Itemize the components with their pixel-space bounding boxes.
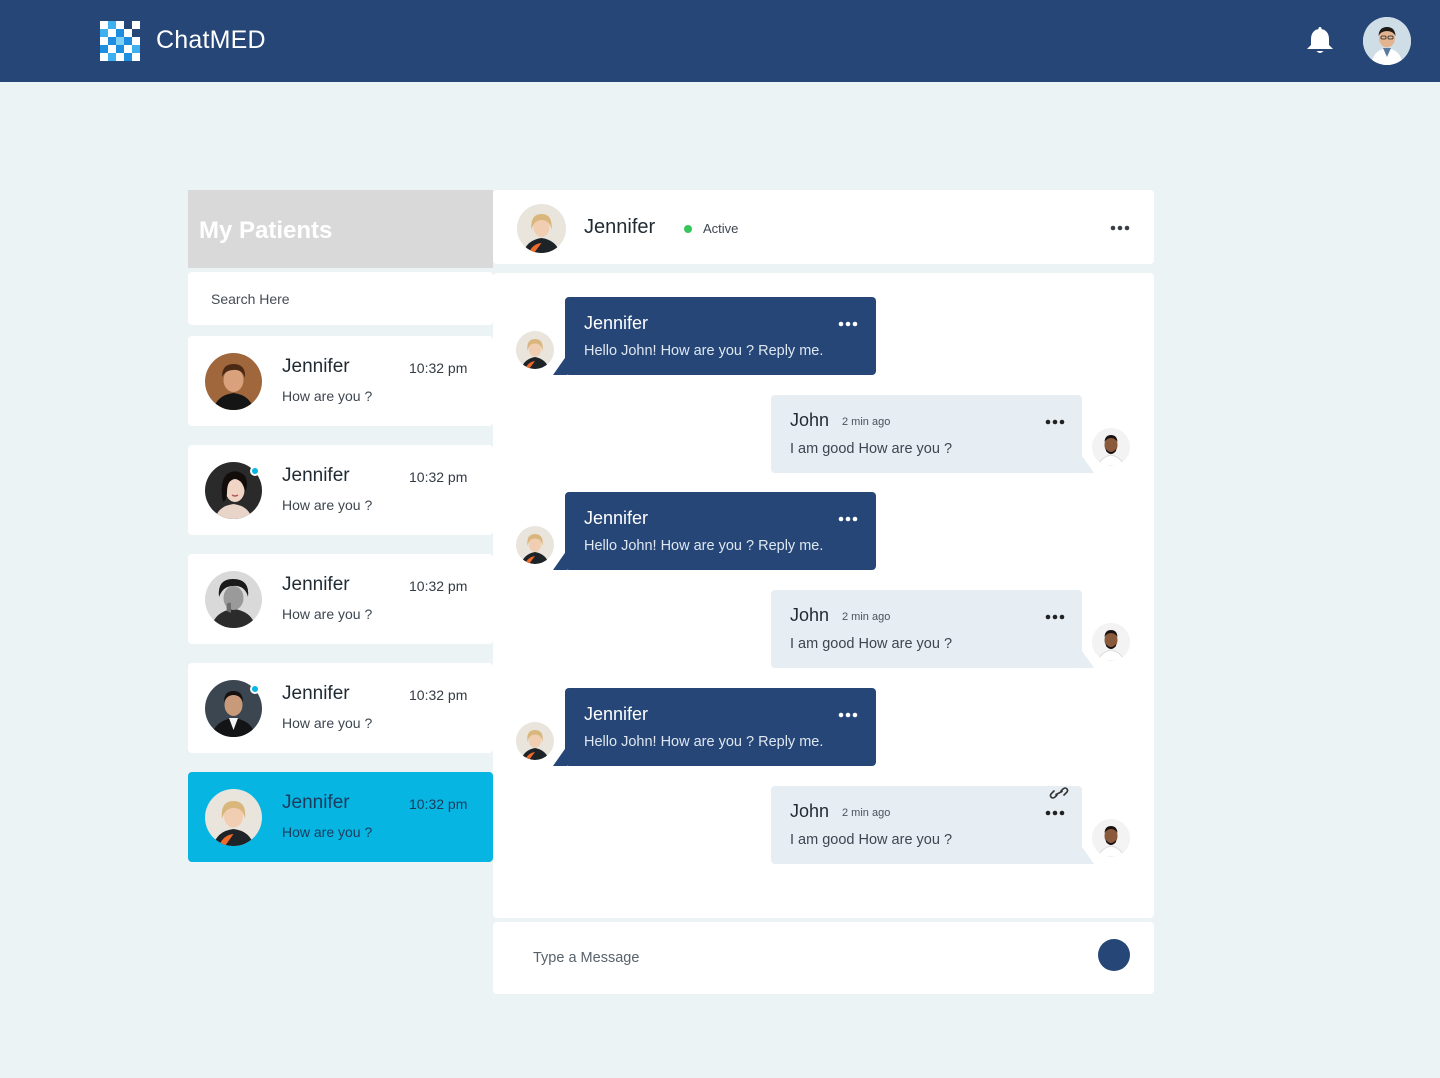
outgoing-message: John 2 min ago I am good How are you ? [771,590,1094,668]
outgoing-message: John 2 min ago I am good How are you ? [771,785,1094,864]
message-time: 2 min ago [842,807,891,819]
message-input[interactable] [493,922,1083,994]
message-text: I am good How are you ? [790,441,953,457]
app-title: ChatMED [156,26,266,54]
message-time: 2 min ago [842,416,891,428]
chat-header: Jennifer Active [493,190,1154,264]
message-text: Hello John! How are you ? Reply me. [584,343,824,359]
incoming-message: Jennifer Hello John! How are you ? Reply… [553,492,876,570]
contact-status: Active [703,221,739,236]
patient-list-item[interactable]: Jennifer 10:32 pm How are you ? [188,554,493,644]
incoming-message: Jennifer Hello John! How are you ? Reply… [553,297,876,375]
patient-avatar [205,353,262,410]
more-options-icon[interactable] [1110,221,1130,233]
search-input[interactable] [188,272,493,325]
user-avatar[interactable] [1363,17,1411,65]
sender-avatar [516,331,554,369]
patient-time: 10:32 pm [409,360,468,376]
message-options-icon[interactable] [838,510,858,522]
message-text: Hello John! How are you ? Reply me. [584,734,824,750]
patient-time: 10:32 pm [409,469,468,485]
contact-name: Jennifer [584,216,656,238]
patient-list-item[interactable]: Jennifer 10:32 pm How are you ? [188,445,493,535]
incoming-message: Jennifer Hello John! How are you ? Reply… [553,688,876,766]
patient-list-item[interactable]: Jennifer 10:32 pm How are you ? [188,663,493,753]
search-box [188,272,493,325]
patient-name: Jennifer [282,683,350,704]
patient-time: 10:32 pm [409,796,468,812]
patient-last-message: How are you ? [282,715,373,731]
patients-panel-header: My Patients [188,190,493,268]
top-bar: ChatMED [0,0,1440,82]
message-options-icon[interactable] [1045,608,1065,620]
patient-name: Jennifer [282,356,350,377]
message-options-icon[interactable] [838,706,858,718]
online-indicator [250,684,260,694]
send-button[interactable] [1098,939,1130,971]
message-sender: John [790,801,830,821]
chat-messages: Jennifer Hello John! How are you ? Reply… [493,273,1154,918]
outgoing-message: John 2 min ago I am good How are you ? [771,395,1094,473]
sender-avatar [1092,819,1130,857]
online-indicator [250,466,260,476]
patient-last-message: How are you ? [282,606,373,622]
link-icon[interactable] [1048,785,1070,801]
message-text: I am good How are you ? [790,636,953,652]
patient-name: Jennifer [282,574,350,595]
message-sender: Jennifer [584,313,649,333]
message-sender: John [790,605,830,625]
patient-list-item-active[interactable]: Jennifer 10:32 pm How are you ? [188,772,493,862]
sender-avatar [516,526,554,564]
message-options-icon[interactable] [838,315,858,327]
active-status-dot [684,225,692,233]
patient-avatar [205,789,262,846]
message-sender: John [790,410,830,430]
message-sender: Jennifer [584,704,649,724]
contact-avatar [517,204,566,253]
patient-last-message: How are you ? [282,388,373,404]
patient-name: Jennifer [282,792,350,813]
message-time: 2 min ago [842,611,891,623]
patient-last-message: How are you ? [282,824,373,840]
message-text: Hello John! How are you ? Reply me. [584,538,824,554]
patient-name: Jennifer [282,465,350,486]
patient-time: 10:32 pm [409,687,468,703]
patient-last-message: How are you ? [282,497,373,513]
sender-avatar [516,722,554,760]
sender-avatar [1092,428,1130,466]
panel-title: My Patients [199,217,333,244]
notification-bell-icon[interactable] [1303,26,1337,56]
patient-list-item[interactable]: Jennifer 10:32 pm How are you ? [188,336,493,426]
message-sender: Jennifer [584,508,649,528]
patient-avatar [205,571,262,628]
message-options-icon[interactable] [1045,413,1065,425]
sender-avatar [1092,623,1130,661]
patient-time: 10:32 pm [409,578,468,594]
message-options-icon[interactable] [1045,804,1065,816]
message-composer [493,922,1154,994]
message-text: I am good How are you ? [790,832,953,848]
chatmed-logo-icon [100,21,140,61]
